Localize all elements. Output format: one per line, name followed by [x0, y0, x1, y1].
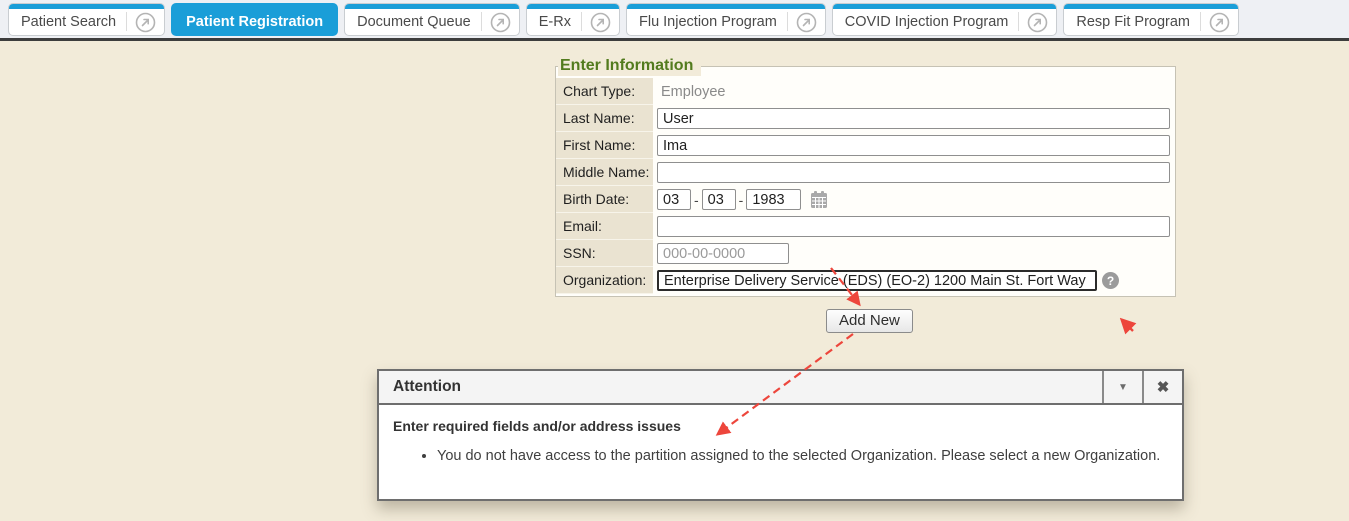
external-link-icon[interactable] [788, 4, 825, 35]
fieldset-legend: Enter Information [558, 56, 701, 76]
external-link-icon[interactable] [582, 4, 619, 35]
collapse-button[interactable]: ▼ [1102, 371, 1142, 403]
attention-dialog-body: Enter required fields and/or address iss… [379, 405, 1182, 464]
add-new-button[interactable]: Add New [826, 309, 913, 333]
date-separator: - [739, 192, 744, 208]
email-label: Email: [556, 213, 653, 240]
form-row-email: Email: [556, 213, 1175, 240]
first-name-field[interactable] [657, 135, 1170, 156]
form-row-ssn: SSN: [556, 240, 1175, 267]
tab-covid-injection-program[interactable]: COVID Injection Program [832, 3, 1058, 36]
tab-label: Resp Fit Program [1064, 4, 1200, 35]
external-link-icon[interactable] [482, 4, 519, 35]
external-link-icon[interactable] [1019, 4, 1056, 35]
tab-label: COVID Injection Program [833, 4, 1019, 35]
form-row-first-name: First Name: [556, 132, 1175, 159]
tab-flu-injection-program[interactable]: Flu Injection Program [626, 3, 826, 36]
enter-information-fieldset: Enter Information Chart Type: Employee L… [555, 66, 1176, 297]
dialog-heading: Enter required fields and/or address iss… [393, 418, 1164, 434]
close-icon: ✖ [1157, 378, 1170, 396]
help-icon[interactable]: ? [1102, 272, 1119, 289]
attention-dialog-header[interactable]: Attention ▼ ✖ [379, 371, 1182, 405]
external-link-icon[interactable] [1201, 4, 1238, 35]
chart-type-value: Employee [657, 84, 725, 100]
chart-type-label: Chart Type: [556, 78, 653, 105]
ssn-label: SSN: [556, 240, 653, 267]
middle-name-field[interactable] [657, 162, 1170, 183]
tab-document-queue[interactable]: Document Queue [344, 3, 520, 36]
last-name-field[interactable] [657, 108, 1170, 129]
tab-resp-fit-program[interactable]: Resp Fit Program [1063, 3, 1239, 36]
last-name-label: Last Name: [556, 105, 653, 132]
birth-date-label: Birth Date: [556, 186, 653, 213]
birth-year-field[interactable] [746, 189, 801, 210]
date-separator: - [694, 192, 699, 208]
organization-label: Organization: [556, 267, 653, 294]
red-cursor-icon [1122, 320, 1133, 331]
birth-day-field[interactable] [702, 189, 736, 210]
tab-label: E-Rx [527, 4, 581, 35]
tab-strip: Patient Search Patient Registration Docu… [0, 0, 1349, 41]
form-row-last-name: Last Name: [556, 105, 1175, 132]
attention-dialog: Attention ▼ ✖ Enter required fields and/… [377, 369, 1184, 501]
tab-label: Patient Registration [172, 4, 337, 35]
chevron-down-icon: ▼ [1118, 382, 1128, 393]
calendar-icon[interactable] [810, 190, 828, 209]
organization-field[interactable] [657, 270, 1097, 291]
tab-e-rx[interactable]: E-Rx [526, 3, 620, 36]
middle-name-label: Middle Name: [556, 159, 653, 186]
tab-patient-registration[interactable]: Patient Registration [171, 3, 338, 36]
tab-label: Document Queue [345, 4, 481, 35]
birth-month-field[interactable] [657, 189, 691, 210]
close-button[interactable]: ✖ [1142, 371, 1182, 403]
tab-patient-search[interactable]: Patient Search [8, 3, 165, 36]
tab-list: Patient Search Patient Registration Docu… [0, 0, 1349, 36]
form-row-birth-date: Birth Date: - - [556, 186, 1175, 213]
form-row-organization: Organization: ? [556, 267, 1175, 294]
dialog-message-item: You do not have access to the partition … [437, 448, 1164, 464]
external-link-icon[interactable] [127, 4, 164, 35]
form-row-chart-type: Chart Type: Employee [556, 78, 1175, 105]
dialog-title: Attention [379, 371, 1102, 403]
ssn-field[interactable] [657, 243, 789, 264]
first-name-label: First Name: [556, 132, 653, 159]
dialog-message-list: You do not have access to the partition … [437, 448, 1164, 464]
tab-label: Patient Search [9, 4, 126, 35]
form-row-middle-name: Middle Name: [556, 159, 1175, 186]
tab-label: Flu Injection Program [627, 4, 787, 35]
email-field[interactable] [657, 216, 1170, 237]
